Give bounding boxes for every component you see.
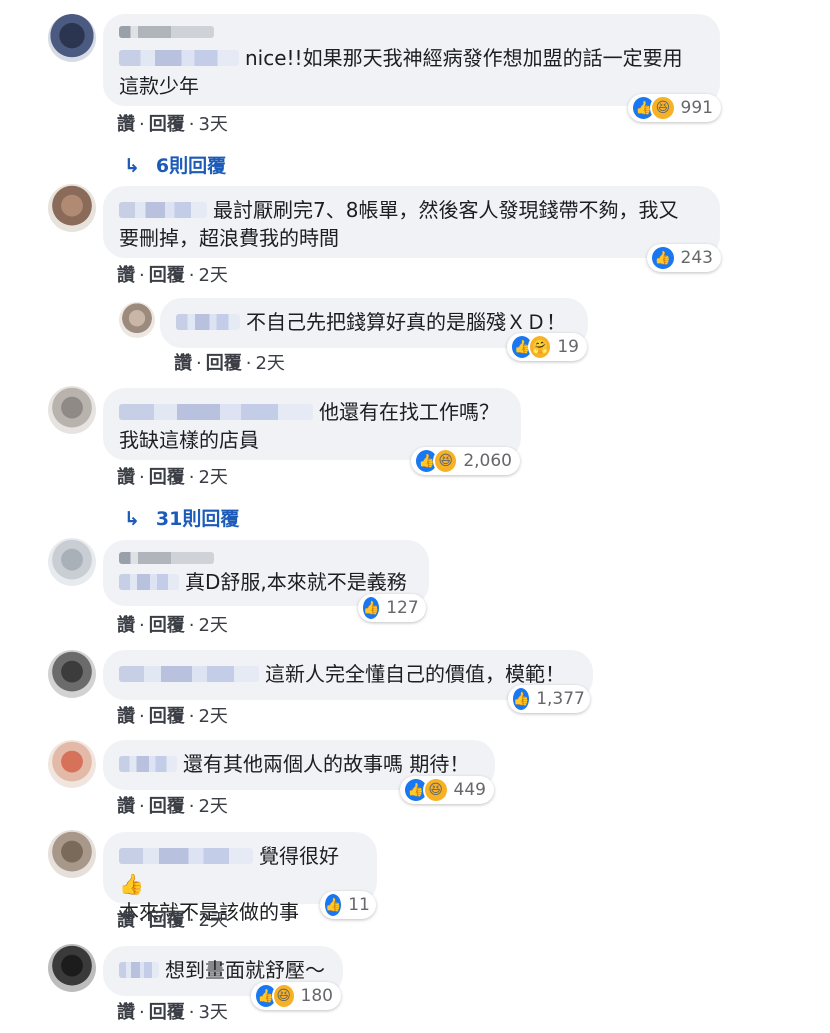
avatar[interactable] xyxy=(48,830,96,878)
avatar[interactable] xyxy=(48,386,96,434)
comment-text: 真D舒服,本來就不是義務 xyxy=(185,570,407,594)
like-icon: 👍 xyxy=(650,245,676,271)
reaction-count[interactable]: 👍 1,377 xyxy=(508,685,590,713)
reply-button[interactable]: 回覆 xyxy=(149,114,185,135)
commenter-name[interactable] xyxy=(119,202,207,218)
comment-text: 想到畫面就舒壓～ xyxy=(165,958,325,982)
reaction-count[interactable]: 👍 😆 180 xyxy=(251,982,341,1010)
like-button[interactable]: 讚 xyxy=(117,706,135,727)
commenter-name[interactable] xyxy=(119,666,259,682)
reply-button[interactable]: 回覆 xyxy=(149,796,185,817)
like-button[interactable]: 讚 xyxy=(117,1002,135,1023)
commenter-name[interactable] xyxy=(119,962,159,978)
like-button[interactable]: 讚 xyxy=(174,353,192,374)
like-button[interactable]: 讚 xyxy=(117,615,135,636)
comment-text: nice!!如果那天我神經病發作想加盟的話一定要用 xyxy=(245,46,683,70)
reply-button[interactable]: 回覆 xyxy=(149,615,185,636)
commenter-name[interactable] xyxy=(119,404,313,420)
reply-button[interactable]: 回覆 xyxy=(149,265,185,286)
care-icon: 🤗 xyxy=(528,334,553,360)
haha-icon: 😆 xyxy=(650,95,676,121)
avatar[interactable] xyxy=(48,538,96,586)
comment-actions: 讚 · 回覆 · 2天 xyxy=(117,706,228,727)
reaction-count[interactable]: 👍 🤗 19 xyxy=(507,333,587,361)
avatar[interactable] xyxy=(48,944,96,992)
commenter-name[interactable] xyxy=(119,756,177,772)
reply-button[interactable]: 回覆 xyxy=(206,353,242,374)
timestamp[interactable]: 3天 xyxy=(198,1002,227,1023)
like-button[interactable]: 讚 xyxy=(117,467,135,488)
view-replies-link[interactable]: ↳ 31則回覆 xyxy=(124,504,239,531)
view-replies-link[interactable]: ↳ 6則回覆 xyxy=(124,151,226,178)
comment-bubble: nice!!如果那天我神經病發作想加盟的話一定要用 這款少年 xyxy=(103,14,720,106)
timestamp[interactable]: 2天 xyxy=(198,265,227,286)
like-button[interactable]: 讚 xyxy=(117,796,135,817)
reply-button[interactable]: 回覆 xyxy=(149,1002,185,1023)
reaction-count[interactable]: 👍 😆 2,060 xyxy=(411,447,520,475)
avatar[interactable] xyxy=(48,184,96,232)
comment-actions: 讚 · 回覆 · 2天 xyxy=(117,615,228,636)
comment-text: 我缺這樣的店員 xyxy=(119,428,259,452)
reaction-count[interactable]: 👍 11 xyxy=(320,891,376,919)
comment-actions: 讚 · 回覆 · 2天 xyxy=(117,796,228,817)
comment-actions: 讚 · 回覆 · 2天 xyxy=(117,910,228,931)
reaction-count[interactable]: 👍 127 xyxy=(358,594,426,622)
reply-button[interactable]: 回覆 xyxy=(149,467,185,488)
comment-text: 最討厭刷完7、8帳單，然後客人發現錢帶不夠，我又 xyxy=(213,198,679,222)
reaction-count[interactable]: 👍 243 xyxy=(647,244,721,272)
commenter-name[interactable] xyxy=(119,26,214,38)
reaction-count[interactable]: 👍 😆 449 xyxy=(400,776,494,804)
timestamp[interactable]: 2天 xyxy=(198,467,227,488)
like-icon: 👍 xyxy=(361,595,382,621)
comment-actions: 讚 · 回覆 · 2天 xyxy=(174,353,285,374)
commenter-name[interactable] xyxy=(119,552,214,564)
avatar[interactable] xyxy=(119,302,155,338)
timestamp[interactable]: 2天 xyxy=(198,796,227,817)
reply-button[interactable]: 回覆 xyxy=(149,706,185,727)
commenter-name[interactable] xyxy=(176,314,240,330)
reaction-count[interactable]: 👍 😆 991 xyxy=(628,94,721,122)
haha-icon: 😆 xyxy=(271,983,296,1009)
comment-bubble: 最討厭刷完7、8帳單，然後客人發現錢帶不夠，我又 要刪掉，超浪費我的時間 xyxy=(103,186,720,258)
reply-button[interactable]: 回覆 xyxy=(149,910,185,931)
comment-text: 還有其他兩個人的故事嗎 期待！ xyxy=(183,752,470,776)
avatar[interactable] xyxy=(48,14,96,62)
comment-actions: 讚 · 回覆 · 2天 xyxy=(117,467,228,488)
comment-actions: 讚 · 回覆 · 2天 xyxy=(117,265,228,286)
like-button[interactable]: 讚 xyxy=(117,114,135,135)
timestamp[interactable]: 2天 xyxy=(198,910,227,931)
comment-text: 這款少年 xyxy=(119,74,199,98)
reply-arrow-icon: ↳ xyxy=(124,155,140,177)
commenter-name-tag[interactable] xyxy=(119,574,179,590)
comment-text: 這新人完全懂自己的價值，模範！ xyxy=(265,662,565,686)
comment-actions: 讚 · 回覆 · 3天 xyxy=(117,1002,228,1023)
like-icon: 👍 xyxy=(323,892,344,918)
like-icon: 👍 xyxy=(511,686,532,712)
timestamp[interactable]: 3天 xyxy=(198,114,227,135)
avatar[interactable] xyxy=(48,650,96,698)
comment-actions: 讚 · 回覆 · 3天 xyxy=(117,114,228,135)
comment-text: 他還有在找工作嗎？ xyxy=(319,400,499,424)
reply-arrow-icon: ↳ xyxy=(124,508,140,530)
comment-text: 要刪掉，超浪費我的時間 xyxy=(119,226,339,250)
like-button[interactable]: 讚 xyxy=(117,910,135,931)
timestamp[interactable]: 2天 xyxy=(255,353,284,374)
haha-icon: 😆 xyxy=(422,777,449,803)
comment-text: 不自己先把錢算好真的是腦殘ＸＤ！ xyxy=(246,310,566,334)
haha-icon: 😆 xyxy=(433,448,459,474)
timestamp[interactable]: 2天 xyxy=(198,706,227,727)
like-button[interactable]: 讚 xyxy=(117,265,135,286)
avatar[interactable] xyxy=(48,740,96,788)
timestamp[interactable]: 2天 xyxy=(198,615,227,636)
commenter-name[interactable] xyxy=(119,848,253,864)
commenter-name-tag[interactable] xyxy=(119,50,239,66)
